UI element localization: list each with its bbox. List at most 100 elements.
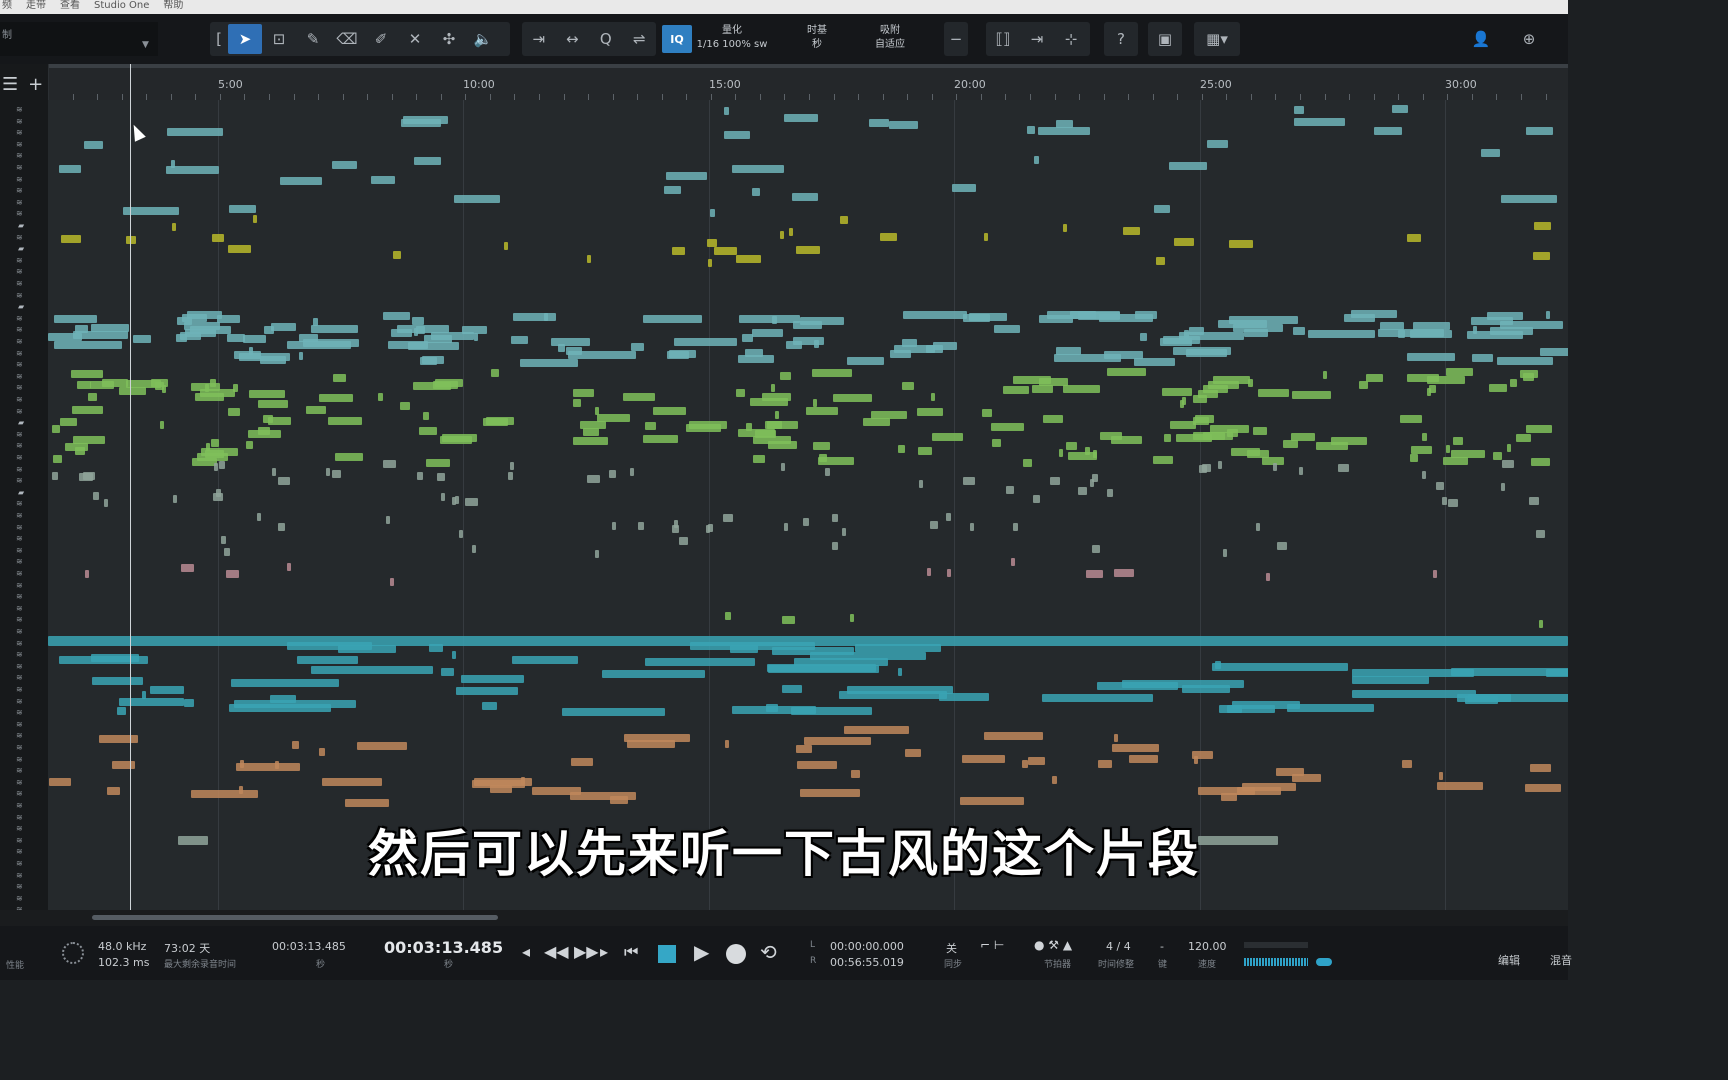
audio-clip[interactable] — [880, 233, 897, 241]
audio-clip[interactable] — [403, 116, 448, 124]
audio-clip[interactable] — [1392, 105, 1408, 113]
audio-clip[interactable] — [1043, 415, 1063, 423]
audio-clip[interactable] — [1366, 374, 1383, 382]
audio-clip[interactable] — [796, 246, 820, 254]
audio-clip[interactable] — [689, 421, 727, 429]
audio-clip[interactable] — [328, 417, 362, 425]
audio-clip[interactable] — [793, 337, 824, 345]
audio-clip[interactable] — [1546, 311, 1550, 319]
audio-clip[interactable] — [442, 434, 477, 442]
track-header-row[interactable]: ≋ — [0, 116, 46, 127]
audio-clip[interactable] — [1422, 471, 1426, 479]
audio-clip[interactable] — [1194, 756, 1198, 764]
loop-start[interactable]: 00:00:00.000 — [830, 940, 904, 953]
audio-clip[interactable] — [1411, 446, 1432, 454]
audio-clip[interactable] — [992, 439, 1001, 447]
audio-clip[interactable] — [93, 492, 99, 500]
audio-clip[interactable] — [214, 463, 218, 471]
track-header-row[interactable]: ≋ — [0, 336, 46, 347]
audio-clip[interactable] — [228, 408, 240, 416]
split-tool-icon[interactable]: ✎ — [296, 24, 330, 54]
audio-clip[interactable] — [1039, 378, 1068, 386]
audio-clip[interactable] — [102, 379, 128, 387]
track-header-row[interactable]: ≋ — [0, 510, 46, 521]
audio-clip[interactable] — [643, 435, 678, 443]
audio-clip[interactable] — [782, 685, 802, 693]
audio-clip[interactable] — [889, 121, 918, 129]
menu-item-view[interactable]: 查看 — [60, 0, 80, 14]
track-header-row[interactable]: ≋ — [0, 197, 46, 208]
sync-value[interactable]: 关 — [946, 940, 957, 956]
audio-clip[interactable] — [412, 317, 424, 325]
audio-clip[interactable] — [1174, 238, 1194, 246]
quantize-control[interactable]: 量化 1/16 100% sw — [696, 24, 768, 52]
audio-clip[interactable] — [863, 418, 890, 426]
scrollbar-thumb[interactable] — [92, 915, 498, 920]
audio-clip[interactable] — [1173, 347, 1231, 355]
help-button[interactable]: ? — [1104, 22, 1138, 56]
audio-clip[interactable] — [587, 255, 591, 263]
audio-clip[interactable] — [243, 335, 266, 343]
audio-clip[interactable] — [551, 338, 590, 346]
audio-clip[interactable] — [1092, 545, 1100, 553]
audio-clip[interactable] — [319, 748, 325, 756]
audio-clip[interactable] — [224, 548, 230, 556]
audio-clip[interactable] — [645, 658, 755, 666]
track-header-row[interactable]: ≋ — [0, 162, 46, 173]
audio-clip[interactable] — [371, 176, 395, 184]
audio-clip[interactable] — [1256, 523, 1260, 531]
audio-clip[interactable] — [482, 702, 497, 710]
audio-clip[interactable] — [612, 522, 616, 530]
track-header-row[interactable]: ≋ — [0, 672, 46, 683]
audio-clip[interactable] — [461, 675, 524, 683]
audio-clip[interactable] — [1258, 389, 1289, 397]
audio-clip[interactable] — [643, 315, 702, 323]
snap-toggle[interactable]: − — [944, 22, 968, 56]
audio-clip[interactable] — [211, 439, 219, 447]
audio-clip[interactable] — [1402, 760, 1412, 768]
audio-clip[interactable] — [1218, 461, 1222, 469]
audio-clip[interactable] — [333, 374, 346, 382]
audio-clip[interactable] — [393, 251, 401, 259]
track-header-row[interactable]: ▰ — [0, 417, 46, 428]
audio-clip[interactable] — [732, 165, 784, 173]
audio-clip[interactable] — [1540, 348, 1568, 356]
audio-clip[interactable] — [1502, 460, 1514, 468]
track-header-row[interactable]: ≋ — [0, 290, 46, 301]
audio-clip[interactable] — [48, 636, 1568, 646]
audio-clip[interactable] — [150, 686, 184, 694]
audio-clip[interactable] — [752, 188, 760, 196]
audio-clip[interactable] — [205, 450, 224, 458]
menu-item-studio-one[interactable]: Studio One — [94, 0, 149, 14]
auto-scroll-icon[interactable]: ⇥ — [522, 24, 556, 54]
audio-clip[interactable] — [431, 332, 474, 340]
audio-clip[interactable] — [672, 247, 685, 255]
audio-clip[interactable] — [851, 770, 860, 778]
track-header-row[interactable]: ≋ — [0, 382, 46, 393]
audio-clip[interactable] — [679, 537, 688, 545]
audio-clip[interactable] — [1006, 486, 1014, 494]
audio-clip[interactable] — [832, 514, 838, 522]
audio-clip[interactable] — [216, 489, 221, 497]
audio-clip[interactable] — [739, 315, 800, 323]
audio-clip[interactable] — [162, 385, 166, 393]
audio-clip[interactable] — [1448, 499, 1458, 507]
audio-clip[interactable] — [962, 755, 1005, 763]
audio-clip[interactable] — [1182, 397, 1186, 405]
audio-clip[interactable] — [931, 393, 935, 401]
audio-clip[interactable] — [1253, 427, 1267, 435]
audio-clip[interactable] — [272, 468, 276, 476]
audio-clip[interactable] — [326, 468, 330, 476]
audio-clip[interactable] — [77, 381, 91, 389]
loop-end[interactable]: 00:56:55.019 — [830, 956, 904, 969]
audio-clip[interactable] — [1100, 432, 1122, 440]
audio-clip[interactable] — [1028, 757, 1045, 765]
audio-clip[interactable] — [414, 157, 441, 165]
audio-clip[interactable] — [383, 312, 410, 320]
audio-clip[interactable] — [287, 563, 291, 571]
track-header-row[interactable]: ≋ — [0, 556, 46, 567]
track-header-row[interactable]: ≋ — [0, 788, 46, 799]
audio-clip[interactable] — [221, 536, 226, 544]
audio-clip[interactable] — [61, 235, 81, 243]
audio-clip[interactable] — [1104, 351, 1143, 359]
